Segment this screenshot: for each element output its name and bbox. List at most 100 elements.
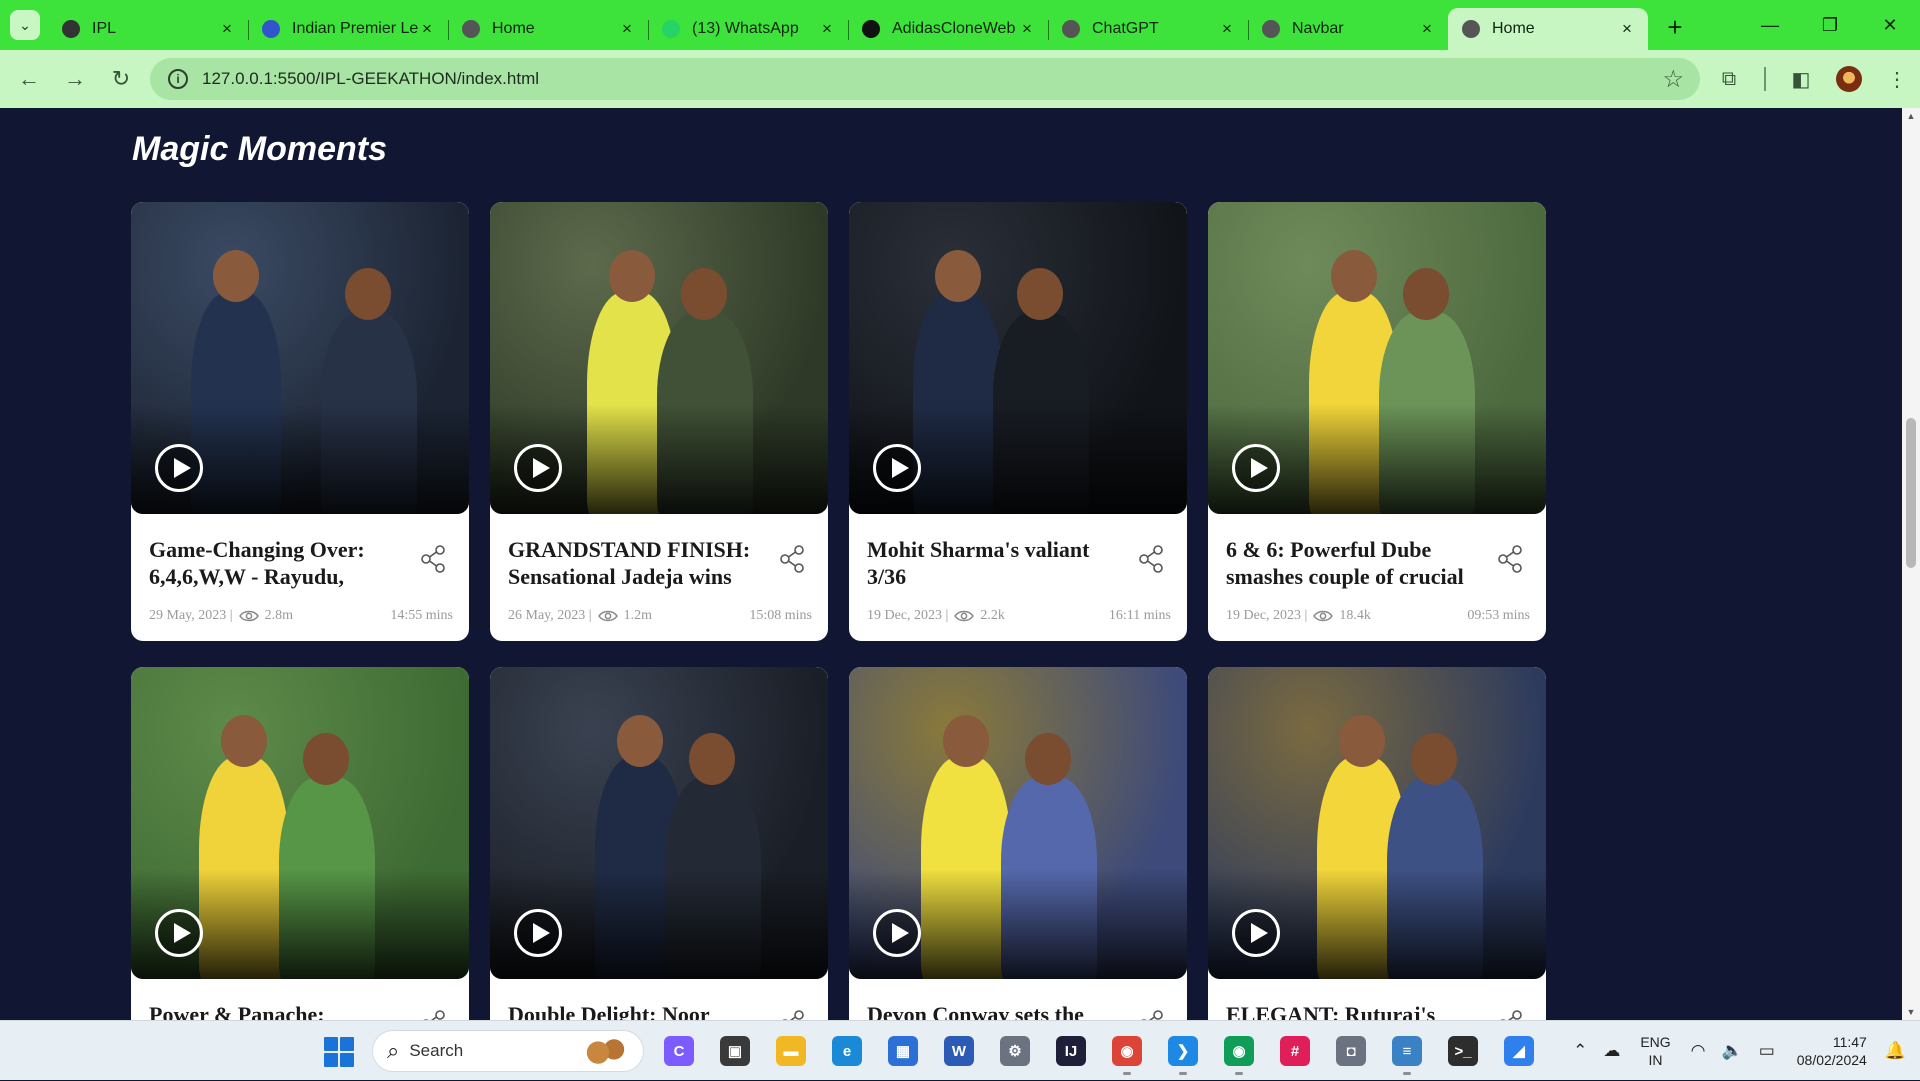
- video-card[interactable]: Mohit Sharma's valiant 3/36 19 Dec, 2023…: [849, 202, 1187, 641]
- share-icon[interactable]: [1496, 544, 1524, 574]
- tab-close-icon[interactable]: ×: [1018, 20, 1036, 38]
- tab-close-icon[interactable]: ×: [1218, 20, 1236, 38]
- notification-bell-icon[interactable]: 🔔: [1885, 1041, 1906, 1061]
- browser-tab[interactable]: AdidasCloneWeb ×: [848, 8, 1048, 50]
- menu-kebab-icon[interactable]: ⋮: [1882, 64, 1912, 94]
- video-card[interactable]: 6 & 6: Powerful Dube smashes couple of c…: [1208, 202, 1546, 641]
- taskbar-app[interactable]: ◢: [1498, 1029, 1540, 1073]
- browser-tab[interactable]: IPL ×: [48, 8, 248, 50]
- taskbar-app[interactable]: ◘: [1330, 1029, 1372, 1073]
- taskbar-app[interactable]: ≡: [1386, 1029, 1428, 1075]
- url-text[interactable]: 127.0.0.1:5500/IPL-GEEKATHON/index.html: [202, 69, 1662, 89]
- extensions-icon[interactable]: ⧉: [1714, 64, 1744, 94]
- play-icon[interactable]: [1232, 909, 1280, 957]
- taskbar-app[interactable]: ⚙: [994, 1029, 1036, 1073]
- browser-tab[interactable]: Home ×: [1448, 8, 1648, 50]
- taskbar-app[interactable]: e: [826, 1029, 868, 1073]
- share-icon[interactable]: [778, 544, 806, 574]
- new-tab-button[interactable]: +: [1658, 12, 1692, 46]
- video-card[interactable]: Game-Changing Over: 6,4,6,W,W - Rayudu, …: [131, 202, 469, 641]
- tab-close-icon[interactable]: ×: [618, 20, 636, 38]
- tab-close-icon[interactable]: ×: [418, 20, 436, 38]
- tab-close-icon[interactable]: ×: [1618, 20, 1636, 38]
- clock[interactable]: 11:47 08/02/2024: [1797, 1033, 1867, 1069]
- browser-tab[interactable]: ChatGPT ×: [1048, 8, 1248, 50]
- forward-button[interactable]: →: [56, 60, 94, 98]
- video-thumbnail[interactable]: [1208, 202, 1546, 514]
- share-icon[interactable]: [1496, 1009, 1524, 1020]
- taskbar-app[interactable]: IJ: [1050, 1029, 1092, 1073]
- card-title[interactable]: GRANDSTAND FINISH: Sensational Jadeja wi…: [508, 536, 763, 590]
- video-card[interactable]: Power & Panache:: [131, 667, 469, 1020]
- video-card[interactable]: ELEGANT: Ruturaj's: [1208, 667, 1546, 1020]
- share-icon[interactable]: [1137, 1009, 1165, 1020]
- video-thumbnail[interactable]: [490, 667, 828, 979]
- play-icon[interactable]: [155, 909, 203, 957]
- language-indicator[interactable]: ENG IN: [1640, 1033, 1670, 1069]
- bookmark-star-icon[interactable]: ☆: [1662, 65, 1684, 94]
- start-button[interactable]: [324, 1037, 354, 1067]
- play-icon[interactable]: [873, 909, 921, 957]
- close-window-button[interactable]: ✕: [1860, 0, 1920, 50]
- taskbar-app[interactable]: W: [938, 1029, 980, 1073]
- site-info-icon[interactable]: i: [168, 69, 188, 89]
- taskbar-app[interactable]: ❯: [1162, 1029, 1204, 1075]
- play-icon[interactable]: [1232, 444, 1280, 492]
- card-title[interactable]: Power & Panache:: [149, 1001, 404, 1020]
- taskbar-app[interactable]: ▬: [770, 1029, 812, 1073]
- share-icon[interactable]: [419, 544, 447, 574]
- scroll-thumb[interactable]: [1906, 418, 1916, 568]
- taskbar-app[interactable]: ▦: [882, 1029, 924, 1073]
- back-button[interactable]: ←: [10, 60, 48, 98]
- scroll-up-arrow[interactable]: ▲: [1902, 108, 1920, 124]
- cloud-icon[interactable]: ☁: [1603, 1041, 1620, 1061]
- play-icon[interactable]: [514, 909, 562, 957]
- share-icon[interactable]: [1137, 544, 1165, 574]
- card-title[interactable]: Devon Conway sets the: [867, 1001, 1122, 1020]
- volume-icon[interactable]: 🔈: [1722, 1041, 1743, 1061]
- restore-button[interactable]: ❐: [1800, 0, 1860, 50]
- tab-close-icon[interactable]: ×: [1418, 20, 1436, 38]
- play-icon[interactable]: [514, 444, 562, 492]
- play-icon[interactable]: [873, 444, 921, 492]
- taskbar-app[interactable]: C: [658, 1029, 700, 1073]
- browser-tab[interactable]: Home ×: [448, 8, 648, 50]
- browser-tab[interactable]: Indian Premier League×: [248, 8, 448, 50]
- taskbar-app[interactable]: ◉: [1218, 1029, 1260, 1075]
- wifi-icon[interactable]: ◠: [1691, 1041, 1706, 1061]
- video-thumbnail[interactable]: [131, 667, 469, 979]
- video-thumbnail[interactable]: [849, 667, 1187, 979]
- tab-search-button[interactable]: ⌄: [10, 10, 40, 40]
- video-thumbnail[interactable]: [490, 202, 828, 514]
- share-icon[interactable]: [778, 1009, 806, 1020]
- card-title[interactable]: Double Delight: Noor: [508, 1001, 763, 1020]
- page-scrollbar[interactable]: ▲ ▼: [1902, 108, 1920, 1020]
- play-icon[interactable]: [155, 444, 203, 492]
- video-thumbnail[interactable]: [1208, 667, 1546, 979]
- card-title[interactable]: ELEGANT: Ruturaj's: [1226, 1001, 1481, 1020]
- tab-close-icon[interactable]: ×: [818, 20, 836, 38]
- card-title[interactable]: Game-Changing Over: 6,4,6,W,W - Rayudu,: [149, 536, 404, 590]
- video-thumbnail[interactable]: [849, 202, 1187, 514]
- taskbar-app[interactable]: ◉: [1106, 1029, 1148, 1075]
- video-thumbnail[interactable]: [131, 202, 469, 514]
- tab-close-icon[interactable]: ×: [218, 20, 236, 38]
- battery-icon[interactable]: ▭: [1759, 1041, 1775, 1061]
- taskbar-app[interactable]: >_: [1442, 1029, 1484, 1073]
- browser-tab[interactable]: Navbar ×: [1248, 8, 1448, 50]
- browser-tab[interactable]: (13) WhatsApp ×: [648, 8, 848, 50]
- taskbar-app[interactable]: ▣: [714, 1029, 756, 1073]
- taskbar-search[interactable]: ⌕ Search: [372, 1030, 644, 1072]
- card-title[interactable]: 6 & 6: Powerful Dube smashes couple of c…: [1226, 536, 1481, 590]
- card-title[interactable]: Mohit Sharma's valiant 3/36: [867, 536, 1122, 590]
- address-bar[interactable]: i 127.0.0.1:5500/IPL-GEEKATHON/index.htm…: [150, 58, 1700, 100]
- profile-avatar[interactable]: [1836, 66, 1862, 92]
- video-card[interactable]: Double Delight: Noor: [490, 667, 828, 1020]
- video-card[interactable]: GRANDSTAND FINISH: Sensational Jadeja wi…: [490, 202, 828, 641]
- reload-button[interactable]: ↻: [102, 60, 140, 98]
- side-panel-icon[interactable]: ◧: [1786, 64, 1816, 94]
- share-icon[interactable]: [419, 1009, 447, 1020]
- scroll-down-arrow[interactable]: ▼: [1902, 1004, 1920, 1020]
- taskbar-app[interactable]: #: [1274, 1029, 1316, 1073]
- chevron-up-icon[interactable]: ⌃: [1573, 1041, 1587, 1061]
